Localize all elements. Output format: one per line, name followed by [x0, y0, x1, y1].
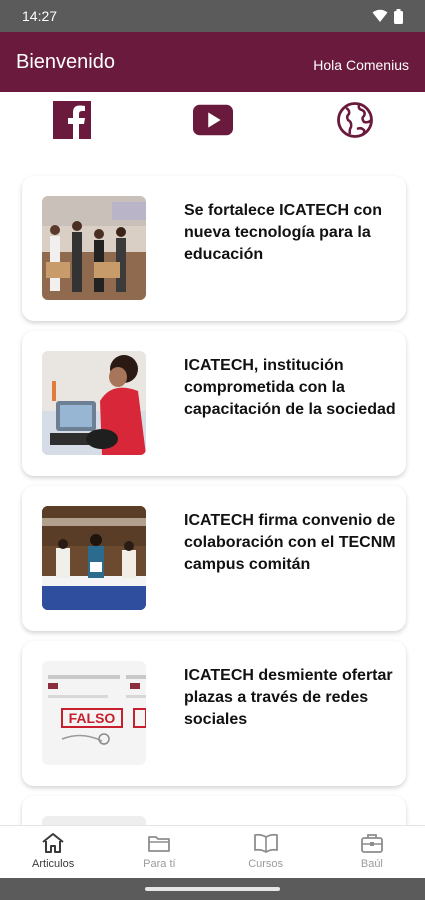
article-card[interactable]: FALSO ICATECH desmiente ofertar plazas a…	[22, 641, 406, 786]
article-card[interactable]	[22, 796, 406, 825]
article-card[interactable]: Se fortalece ICATECH con nueva tecnologí…	[22, 176, 406, 321]
screen: 14:27 Bienvenido Hola Comenius Se fortal…	[0, 0, 425, 900]
app-bar: Bienvenido Hola Comenius	[0, 32, 425, 92]
status-time: 14:27	[22, 8, 58, 24]
article-title: ICATECH, institución comprometida con la…	[184, 357, 396, 418]
article-card[interactable]: ICATECH firma convenio de colaboración c…	[22, 486, 406, 631]
nav-label: Baúl	[360, 858, 383, 870]
nav-articulos[interactable]: Articulos	[0, 826, 106, 878]
greeting-text: Hola Comenius	[313, 57, 409, 73]
article-card[interactable]: ICATECH, institución comprometida con la…	[22, 331, 406, 476]
article-list[interactable]: Se fortalece ICATECH con nueva tecnologí…	[0, 160, 425, 825]
article-image	[42, 506, 146, 610]
article-title: ICATECH desmiente ofertar plazas a travé…	[184, 667, 393, 728]
article-image	[42, 816, 146, 825]
facebook-button[interactable]	[52, 100, 92, 140]
facebook-icon	[53, 101, 91, 139]
article-image: FALSO	[42, 661, 146, 765]
book-icon	[253, 833, 278, 853]
globe-icon	[337, 102, 373, 138]
article-image	[42, 196, 146, 300]
article-title: Se fortalece ICATECH con nueva tecnologí…	[184, 202, 382, 263]
status-icons	[372, 8, 403, 24]
nav-label: Para tí	[143, 858, 176, 870]
social-links	[0, 92, 425, 152]
article-image	[42, 351, 146, 455]
nav-label: Articulos	[32, 858, 75, 870]
wifi-icon	[372, 9, 388, 22]
youtube-button[interactable]	[193, 100, 233, 140]
nav-para-ti[interactable]: Para tí	[106, 826, 212, 878]
youtube-icon	[193, 104, 233, 136]
gesture-bar	[0, 878, 425, 900]
website-button[interactable]	[335, 100, 375, 140]
status-bar: 14:27	[0, 0, 425, 32]
app-title: Bienvenido	[16, 50, 115, 73]
falso-stamp: FALSO	[69, 710, 116, 726]
nav-cursos[interactable]: Cursos	[213, 826, 319, 878]
home-gesture-handle[interactable]	[145, 887, 280, 891]
nav-label: Cursos	[248, 858, 284, 870]
folder-icon	[148, 836, 171, 852]
bottom-navigation: Articulos Para tí Cursos Baúl	[0, 825, 425, 878]
nav-baul[interactable]: Baúl	[319, 826, 425, 878]
home-icon	[42, 833, 64, 853]
battery-icon	[394, 8, 403, 24]
article-title: ICATECH firma convenio de colaboración c…	[184, 512, 396, 573]
briefcase-icon	[360, 834, 383, 853]
